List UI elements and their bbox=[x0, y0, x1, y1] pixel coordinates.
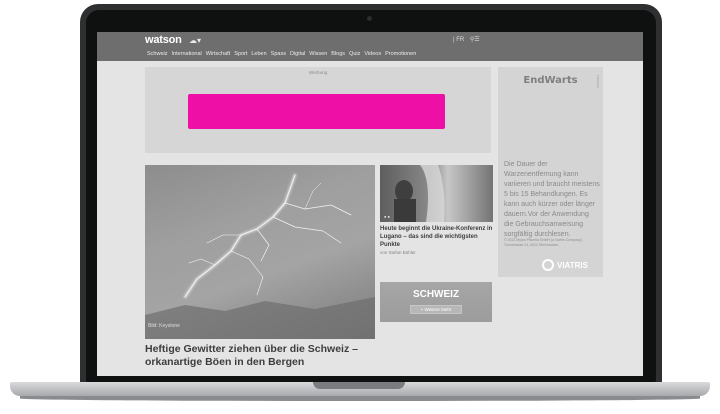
teaser-schweiz[interactable]: SCHWEIZ + Weitere Mehr bbox=[380, 282, 492, 322]
ad-label: Werbung bbox=[308, 70, 328, 75]
header-right-tools: | FR ⚲☰ bbox=[453, 36, 480, 43]
lead-article-image[interactable]: Bild: Keystone bbox=[145, 165, 375, 339]
camera bbox=[367, 16, 372, 21]
ad-banner[interactable] bbox=[188, 94, 445, 129]
gallery-indicator: ● ● bbox=[384, 214, 390, 219]
nav-item-blogs[interactable]: Blogs bbox=[331, 51, 345, 57]
teaser-image-ukraine[interactable]: ● ● bbox=[380, 165, 493, 222]
teaser-schweiz-title: SCHWEIZ bbox=[412, 289, 460, 300]
site-logo[interactable]: watson bbox=[145, 34, 182, 46]
nav-item-promotionen[interactable]: Promotionen bbox=[385, 51, 416, 57]
teaser-author: von Stefan Bühler bbox=[380, 250, 416, 255]
ad-fine-print: © 2022 Mylan Pharma GmbH (a Viatris Comp… bbox=[504, 238, 583, 247]
nav-item-sport[interactable]: Sport bbox=[234, 51, 247, 57]
viatris-logo: VIATRIS bbox=[542, 259, 588, 271]
nav-item-quiz[interactable]: Quiz bbox=[349, 51, 360, 57]
viatris-wordmark: VIATRIS bbox=[557, 260, 588, 270]
nav-item-wissen[interactable]: Wissen bbox=[309, 51, 327, 57]
nav-item-international[interactable]: International bbox=[171, 51, 201, 57]
main-navigation: Schweiz International Wirtschaft Sport L… bbox=[147, 51, 416, 57]
lightning-graphic bbox=[145, 173, 375, 339]
nav-item-wirtschaft[interactable]: Wirtschaft bbox=[206, 51, 230, 57]
site-header: watson ☁▾ | FR ⚲☰ Schweiz International … bbox=[97, 32, 643, 61]
ad-side-label: Pflichttext bbox=[596, 75, 600, 89]
lid-opening-notch bbox=[313, 382, 405, 389]
teaser-schweiz-button[interactable]: + Weitere Mehr bbox=[410, 305, 462, 314]
teaser-headline-ukraine[interactable]: Heute beginnt die Ukraine-Konferenz in L… bbox=[380, 225, 494, 249]
ad-brand-logo: EndWarts bbox=[523, 75, 578, 86]
browser-viewport: watson ☁▾ | FR ⚲☰ Schweiz International … bbox=[97, 32, 643, 376]
lead-article-headline[interactable]: Heftige Gewitter ziehen über die Schweiz… bbox=[145, 343, 377, 369]
nav-item-digital[interactable]: Digital bbox=[290, 51, 305, 57]
laptop-base-edge bbox=[20, 396, 700, 401]
nav-item-schweiz[interactable]: Schweiz bbox=[147, 51, 167, 57]
ad-container: Werbung bbox=[145, 67, 491, 153]
cloud-icon[interactable]: ☁▾ bbox=[189, 36, 201, 45]
side-advertisement[interactable]: EndWarts Pflichttext Die Dauer der Warze… bbox=[498, 67, 603, 277]
nav-item-spass[interactable]: Spass bbox=[271, 51, 286, 57]
image-credit: Bild: Keystone bbox=[148, 323, 180, 329]
nav-item-leben[interactable]: Leben bbox=[251, 51, 266, 57]
ad-body-text: Die Dauer der Warzenentfernung kann vari… bbox=[504, 161, 600, 238]
viatris-mark-icon bbox=[542, 259, 554, 271]
search-menu-icon[interactable]: ⚲☰ bbox=[470, 37, 480, 43]
flag-photo-graphic bbox=[394, 165, 445, 222]
language-switch[interactable]: | FR bbox=[453, 37, 464, 43]
nav-item-videos[interactable]: Videos bbox=[364, 51, 381, 57]
